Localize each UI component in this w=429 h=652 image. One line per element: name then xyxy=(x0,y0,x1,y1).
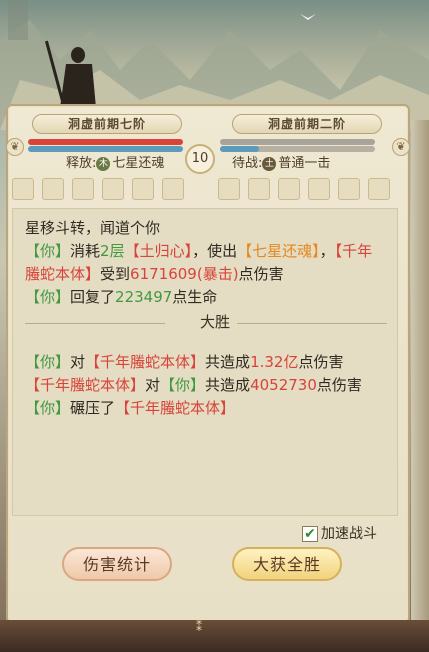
log-text: 共造成 xyxy=(205,353,251,371)
enemy-buff-slot[interactable] xyxy=(278,178,300,200)
log-line-heal: 【你】回复了223497点生命 xyxy=(25,286,387,309)
log-level: 2层 xyxy=(100,242,125,260)
battle-log: 星移斗转，闻道个你 【你】消耗2层【土归心】，使出【七星还魂】，【千年螣蛇本体】… xyxy=(12,208,398,516)
log-text: 消耗 xyxy=(70,242,101,260)
bottom-frame: ⁑ xyxy=(0,620,429,652)
log-line-attack: 【你】消耗2层【土归心】，使出【七星还魂】，【千年螣蛇本体】受到6171609(… xyxy=(25,240,387,286)
player-buff-slot[interactable] xyxy=(102,178,124,200)
round-counter-badge: 10 xyxy=(185,144,215,174)
log-text: 受到 xyxy=(100,265,131,283)
buff-slot-row xyxy=(0,178,429,202)
log-heal-value: 223497 xyxy=(115,288,173,306)
player-buff-slot[interactable] xyxy=(72,178,94,200)
victory-label: 大胜 xyxy=(199,313,230,331)
right-scroll-icon: ❦ xyxy=(392,138,410,156)
boss-tag: 【千年螣蛇本体】 xyxy=(115,399,236,417)
player-skill-name: 七星还魂 xyxy=(112,156,165,171)
log-line-crush: 【你】碾压了【千年螣蛇本体】 xyxy=(25,397,387,420)
player-buff-slot[interactable] xyxy=(42,178,64,200)
player-rank-plate: 洞虚前期七阶 xyxy=(32,114,182,134)
rank-row: 洞虚前期七阶 洞虚前期二阶 xyxy=(18,114,398,134)
log-skill-name: 【七星还魂】 xyxy=(237,242,320,260)
log-total-damage: 1.32亿 xyxy=(250,353,299,371)
player-hp-bar xyxy=(28,139,183,145)
enemy-buff-slot[interactable] xyxy=(338,178,360,200)
release-label: 释放: xyxy=(66,156,97,171)
you-tag: 【你】 xyxy=(25,353,71,371)
log-text: ， xyxy=(319,242,335,260)
player-buff-slot[interactable] xyxy=(12,178,34,200)
log-text: 回复了 xyxy=(70,288,116,306)
log-text: 点伤害 xyxy=(316,376,362,394)
log-text: 点 xyxy=(238,265,254,283)
enemy-skill-line: 待战: 土普通一击 xyxy=(232,152,330,171)
log-text: 伤害 xyxy=(253,265,284,283)
frame-ornament-icon: ⁑ xyxy=(196,620,202,634)
you-tag: 【你】 xyxy=(25,242,71,260)
speedup-toggle[interactable]: ✔ 加速战斗 xyxy=(302,523,377,543)
checkmark-icon[interactable]: ✔ xyxy=(302,526,318,542)
log-text: 共造成 xyxy=(205,376,251,394)
damage-stats-button[interactable]: 伤害统计 xyxy=(62,547,172,581)
player-skill-line: 释放: 木七星还魂 xyxy=(66,152,164,171)
you-tag: 【你】 xyxy=(160,376,206,394)
log-text: 对 xyxy=(70,353,86,371)
log-text: 碾压了 xyxy=(70,399,116,417)
left-scroll-icon: ❦ xyxy=(6,138,24,156)
log-received-damage: 4052730 xyxy=(250,376,317,394)
you-tag: 【你】 xyxy=(25,399,71,417)
standby-label: 待战: xyxy=(232,156,263,171)
divider-line xyxy=(237,323,387,324)
log-line-intro: 星移斗转，闻道个你 xyxy=(25,219,161,237)
wood-element-icon: 木 xyxy=(96,156,111,171)
log-buff-name: 【土归心】 xyxy=(124,242,193,260)
boss-tag: 【千年螣蛇本体】 xyxy=(85,353,206,371)
log-text: 点生命 xyxy=(172,288,218,306)
enemy-buff-slot[interactable] xyxy=(308,178,330,200)
log-line-player-total: 【你】对【千年螣蛇本体】共造成1.32亿点伤害 xyxy=(25,351,387,374)
player-buff-slot[interactable] xyxy=(132,178,154,200)
earth-element-icon: 土 xyxy=(262,156,277,171)
victory-confirm-button[interactable]: 大获全胜 xyxy=(232,547,342,581)
enemy-buff-slot[interactable] xyxy=(248,178,270,200)
player-buff-slot[interactable] xyxy=(162,178,184,200)
enemy-buff-slot[interactable] xyxy=(368,178,390,200)
log-text: 对 xyxy=(145,376,161,394)
log-damage-value: 6171609(暴击) xyxy=(130,265,239,283)
speedup-label: 加速战斗 xyxy=(321,526,377,542)
victory-divider: 大胜 xyxy=(25,311,387,337)
divider-line xyxy=(25,323,165,324)
enemy-buff-slot[interactable] xyxy=(218,178,240,200)
enemy-rank-plate: 洞虚前期二阶 xyxy=(232,114,382,134)
you-tag: 【你】 xyxy=(25,288,71,306)
enemy-skill-name: 普通一击 xyxy=(278,156,331,171)
log-line-boss-total: 【千年螣蛇本体】对【你】共造成4052730点伤害 xyxy=(25,374,387,397)
boss-tag: 【千年螣蛇本体】 xyxy=(25,376,146,394)
enemy-hp-bar-bg xyxy=(220,139,375,145)
log-text: ，使出 xyxy=(192,242,238,260)
log-text: 点伤害 xyxy=(298,353,344,371)
